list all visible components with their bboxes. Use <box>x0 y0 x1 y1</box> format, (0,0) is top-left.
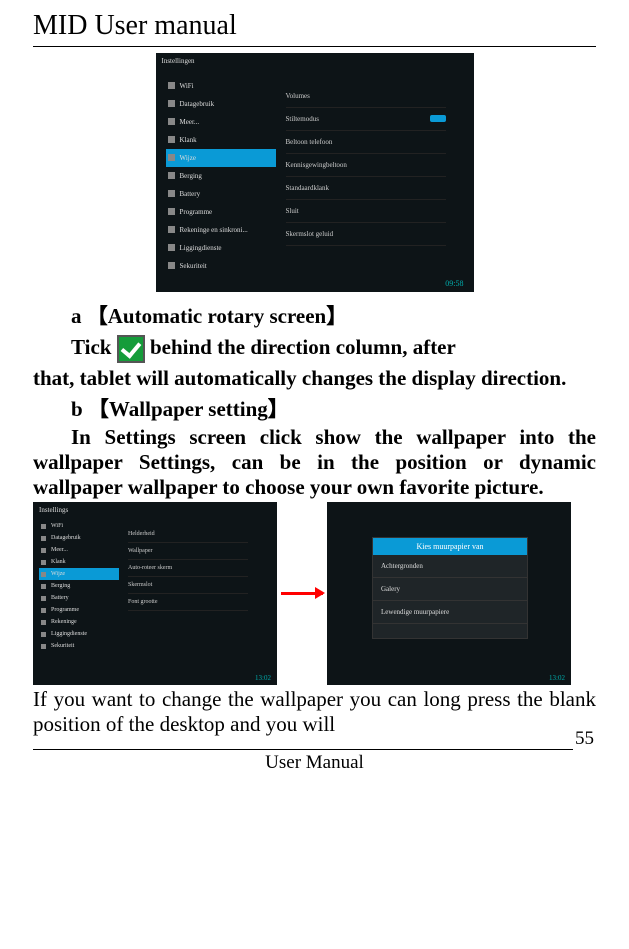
sidebar-item: WiFi <box>166 77 276 95</box>
section-b-heading: b 【Wallpaper setting】 <box>33 393 596 423</box>
content-row: Skermslot geluid <box>286 223 446 246</box>
sidebar-item: Sekuriteit <box>166 257 276 275</box>
sidebar-item: Klank <box>39 556 119 568</box>
content-row: Beltoon telefoon <box>286 131 446 154</box>
sidebar-item: Sekuriteit <box>39 640 119 652</box>
sidebar-item: Programme <box>39 604 119 616</box>
dialog-option: Galery <box>373 578 527 601</box>
content-row: Standaardklank <box>286 177 446 200</box>
content-row: Stiltemodus <box>286 108 446 131</box>
wallpaper-dialog: Kies muurpapier van Achtergronden Galery… <box>372 537 528 639</box>
screenshot-wallpaper-dialog: Kies muurpapier van Achtergronden Galery… <box>327 502 571 685</box>
section-a-body-cont: that, tablet will automatically changes … <box>33 366 596 391</box>
header-divider <box>33 46 596 47</box>
screenshot1-title: Instellingen <box>162 57 195 65</box>
content-row: Sluit <box>286 200 446 223</box>
sidebar-item: Programme <box>166 203 276 221</box>
content-row: Skermslot <box>128 577 248 594</box>
figure-settings-screenshot: Instellingen WiFi Datagebruik Meer... Kl… <box>33 53 596 292</box>
sidebar-item: Datagebruik <box>39 532 119 544</box>
section-b-body: In Settings screen click show the wallpa… <box>33 425 596 500</box>
content-row: Volumes <box>286 85 446 108</box>
sidebar-item: Rekeninge <box>39 616 119 628</box>
closing-paragraph: If you want to change the wallpaper you … <box>33 687 596 737</box>
dialog-option: Achtergronden <box>373 555 527 578</box>
arrow-right-icon <box>281 592 323 595</box>
tick-prefix: Tick <box>71 335 117 359</box>
document-title: MID User manual <box>33 10 596 42</box>
screenshot-display-settings: Instellings WiFi Datagebruik Meer... Kla… <box>33 502 277 685</box>
sidebar-item: Liggingdienste <box>166 239 276 257</box>
content-row: Auto-roteer skerm <box>128 560 248 577</box>
sidebar-item: WiFi <box>39 520 119 532</box>
content-row: Font grootte <box>128 594 248 611</box>
screenshot2-title: Instellings <box>39 506 68 514</box>
content-row: Wallpaper <box>128 543 248 560</box>
sidebar-item: Battery <box>166 185 276 203</box>
content-row: Helderheid <box>128 526 248 543</box>
screenshot1-time: 09:58 <box>445 279 463 288</box>
screenshot3-time: 13:02 <box>549 674 565 682</box>
sidebar-item: Battery <box>39 592 119 604</box>
footer-label: User Manual <box>33 752 596 774</box>
screenshot2-content: Helderheid Wallpaper Auto-roteer skerm S… <box>128 526 248 611</box>
sidebar-item: Meer... <box>39 544 119 556</box>
sidebar-item: Klank <box>166 131 276 149</box>
sidebar-item: Datagebruik <box>166 95 276 113</box>
sidebar-item: Berging <box>166 167 276 185</box>
section-a-tick-line: Tick behind the direction column, after <box>33 332 596 364</box>
screenshot-settings-sound: Instellingen WiFi Datagebruik Meer... Kl… <box>156 53 474 292</box>
toggle-icon <box>430 115 446 122</box>
screenshot2-sidebar: WiFi Datagebruik Meer... Klank Wijze Ber… <box>39 520 119 652</box>
tick-suffix: behind the direction column, after <box>145 335 456 359</box>
sidebar-item-selected: Wijze <box>166 149 276 167</box>
sidebar-item: Berging <box>39 580 119 592</box>
sidebar-item-selected: Wijze <box>39 568 119 580</box>
dialog-option: Lewendige muurpapiere <box>373 601 527 624</box>
page-footer: 55 User Manual <box>33 749 596 774</box>
sidebar-item: Rekeninge en sinkroni... <box>166 221 276 239</box>
dialog-title: Kies muurpapier van <box>373 538 527 555</box>
content-row: Kennisgewingbeltoon <box>286 154 446 177</box>
sidebar-item: Meer... <box>166 113 276 131</box>
screenshot1-sidebar: WiFi Datagebruik Meer... Klank Wijze Ber… <box>166 77 276 275</box>
figure-two-screenshots: Instellings WiFi Datagebruik Meer... Kla… <box>33 502 596 685</box>
checkbox-checked-icon <box>117 335 145 363</box>
screenshot2-time: 13:02 <box>255 674 271 682</box>
screenshot1-content: Volumes Stiltemodus Beltoon telefoon Ken… <box>286 85 446 246</box>
page-number: 55 <box>573 728 596 750</box>
sidebar-item: Liggingdienste <box>39 628 119 640</box>
section-a-heading: a 【Automatic rotary screen】 <box>33 300 596 330</box>
